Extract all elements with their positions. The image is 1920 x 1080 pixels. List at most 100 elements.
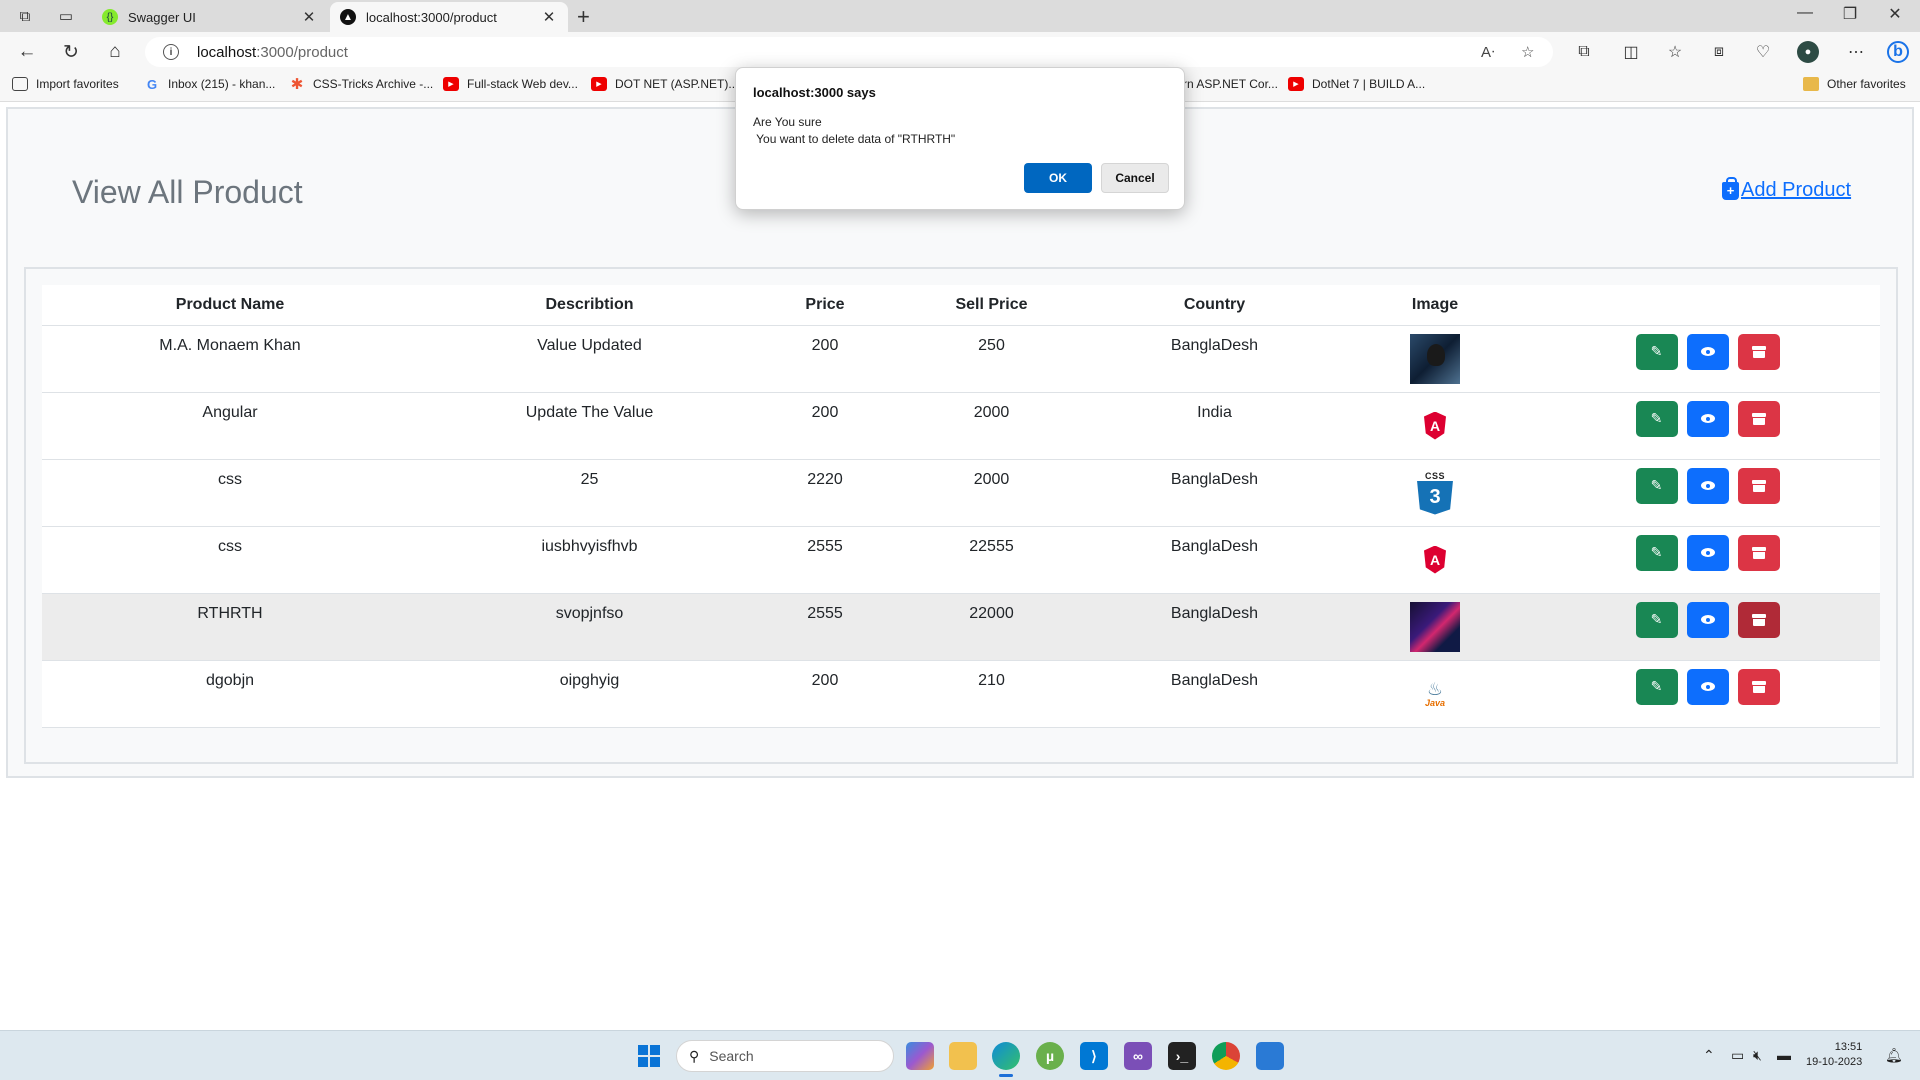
bookmark-css-tricks[interactable]: ✱ CSS-Tricks Archive -... — [289, 76, 434, 93]
view-button[interactable] — [1686, 333, 1729, 370]
split-screen-icon[interactable]: ◫ — [1620, 41, 1642, 63]
chrome-icon[interactable] — [1212, 1042, 1240, 1070]
bookmark-fullstack[interactable]: ▶ Full-stack Web dev... — [443, 77, 578, 91]
bookmark-other-favorites[interactable]: Other favorites — [1803, 77, 1906, 91]
more-menu-icon[interactable]: ⋯ — [1845, 41, 1867, 63]
terminal-icon[interactable]: ›_ — [1168, 1042, 1196, 1070]
view-button[interactable] — [1686, 400, 1729, 437]
favorites-icon[interactable]: ☆ — [1664, 41, 1686, 63]
reload-icon[interactable]: ↻ — [58, 39, 84, 65]
bookmark-label: Full-stack Web dev... — [467, 77, 578, 91]
address-path: :3000/product — [256, 43, 348, 61]
browser-tab-strip: ⧉ ▭ {} Swagger UI ✕ ▲ localhost:3000/pro… — [0, 0, 1920, 32]
cell-description: oipghyig — [418, 660, 761, 728]
site-info-icon[interactable]: i — [163, 44, 179, 60]
battery-icon[interactable]: ▬ — [1777, 1047, 1791, 1063]
delete-button[interactable] — [1737, 467, 1780, 504]
search-icon: ⚲ — [689, 1047, 700, 1064]
view-button[interactable] — [1686, 601, 1729, 638]
bookmark-dotnet7[interactable]: ▶ DotNet 7 | BUILD A... — [1288, 77, 1425, 91]
bookmark-import[interactable]: Import favorites — [12, 77, 119, 91]
collections-icon[interactable]: ⧈ — [1708, 41, 1730, 63]
read-aloud-icon[interactable]: Aᐧ — [1481, 43, 1495, 61]
home-icon[interactable]: ⌂ — [102, 39, 128, 65]
edit-button[interactable]: ✎ — [1635, 467, 1678, 504]
restore-icon[interactable]: ❐ — [1830, 4, 1870, 24]
bookmark-label: Other favorites — [1827, 77, 1906, 91]
view-button[interactable] — [1686, 534, 1729, 571]
utorrent-icon[interactable]: µ — [1036, 1042, 1064, 1070]
edit-button[interactable]: ✎ — [1635, 333, 1678, 370]
address-bar[interactable]: i localhost:3000/product — [145, 37, 1553, 67]
dialog-cancel-button[interactable]: Cancel — [1101, 163, 1169, 193]
back-icon[interactable]: ← — [14, 39, 40, 65]
delete-button[interactable] — [1737, 400, 1780, 437]
header-product-name: Product Name — [42, 285, 418, 326]
chevron-up-icon[interactable]: ⌃ — [1703, 1047, 1715, 1064]
view-button[interactable] — [1686, 467, 1729, 504]
tab-product[interactable]: ▲ localhost:3000/product ✕ — [330, 2, 568, 32]
notification-bell-icon[interactable]: 🔔︎ — [1885, 1047, 1903, 1064]
cell-actions: ✎ — [1535, 526, 1880, 594]
new-tab-icon[interactable]: + — [577, 4, 590, 30]
window-close-icon[interactable]: ✕ — [1875, 4, 1915, 24]
browser-essentials-icon[interactable]: ♡ — [1752, 41, 1774, 63]
vertical-tabs-icon[interactable]: ▭ — [56, 6, 76, 26]
bookmark-aspnet-core[interactable]: rn ASP.NET Cor... — [1183, 77, 1278, 91]
bookmark-dotnet[interactable]: ▶ DOT NET (ASP.NET)... — [591, 77, 738, 91]
close-icon[interactable]: ✕ — [300, 8, 318, 26]
edit-button[interactable]: ✎ — [1635, 668, 1678, 705]
extensions-icon[interactable]: ⧉ — [1573, 41, 1595, 63]
visual-studio-icon[interactable]: ∞ — [1124, 1042, 1152, 1070]
dialog-title: localhost:3000 says — [753, 85, 876, 100]
vscode-icon[interactable]: ⟩ — [1080, 1042, 1108, 1070]
clock-time: 13:51 — [1834, 1041, 1863, 1053]
copilot-app-icon[interactable] — [906, 1042, 934, 1070]
cell-price: 200 — [761, 392, 889, 460]
delete-button[interactable] — [1737, 333, 1780, 370]
copilot-icon[interactable]: b — [1887, 41, 1909, 63]
cell-description: svopjnfso — [418, 593, 761, 661]
edit-button[interactable]: ✎ — [1635, 400, 1678, 437]
network-icon[interactable]: ▭ — [1731, 1047, 1744, 1064]
table-card: Product Name Describtion Price Sell Pric… — [24, 267, 1898, 764]
taskbar-search[interactable]: ⚲ Search — [676, 1040, 894, 1072]
edit-button[interactable]: ✎ — [1635, 601, 1678, 638]
minimize-icon[interactable]: — — [1785, 4, 1825, 22]
product-image-css3-logo: CSS 3 — [1410, 468, 1460, 518]
delete-button[interactable] — [1737, 668, 1780, 705]
cell-name: dgobjn — [42, 660, 418, 728]
add-product-link[interactable]: + Add Product — [1722, 176, 1852, 202]
view-button[interactable] — [1686, 668, 1729, 705]
close-icon[interactable]: ✕ — [540, 8, 558, 26]
profile-avatar[interactable]: ● — [1797, 41, 1819, 63]
tab-swagger[interactable]: {} Swagger UI ✕ — [92, 2, 328, 32]
eye-icon — [1700, 682, 1715, 691]
cell-image: CSS 3 — [1335, 459, 1535, 527]
cell-price: 200 — [761, 660, 889, 728]
page-viewport: View All Product + Add Product Product N… — [0, 102, 1920, 1030]
file-explorer-icon[interactable] — [949, 1042, 977, 1070]
angular-logo-icon: A — [1424, 411, 1446, 440]
pencil-icon: ✎ — [1650, 678, 1663, 694]
volume-mute-icon[interactable]: 🔇︎ — [1753, 1047, 1762, 1064]
bookmark-inbox[interactable]: G Inbox (215) - khan... — [144, 77, 275, 92]
header-image: Image — [1335, 285, 1535, 326]
product-image-java-logo: ♨ Java — [1410, 669, 1460, 719]
dialog-ok-button[interactable]: OK — [1024, 163, 1092, 193]
product-image-abstract — [1410, 601, 1460, 652]
delete-button[interactable] — [1737, 534, 1780, 571]
windows-start-icon[interactable] — [638, 1045, 660, 1067]
favorite-star-icon[interactable]: ☆ — [1521, 43, 1534, 61]
bookmark-label: Import favorites — [36, 77, 119, 91]
cell-image: A — [1335, 526, 1535, 594]
taskbar-clock[interactable]: 13:51 19-10-2023 — [1806, 1040, 1862, 1070]
css3-logo-label: CSS — [1424, 470, 1445, 481]
bookmark-label: rn ASP.NET Cor... — [1183, 77, 1278, 91]
snipping-tool-icon[interactable] — [1256, 1042, 1284, 1070]
workspaces-icon[interactable]: ⧉ — [15, 6, 35, 26]
add-product-label: Add Product — [1741, 179, 1852, 201]
delete-button[interactable] — [1737, 601, 1780, 638]
edge-browser-icon[interactable] — [992, 1042, 1020, 1077]
edit-button[interactable]: ✎ — [1635, 534, 1678, 571]
